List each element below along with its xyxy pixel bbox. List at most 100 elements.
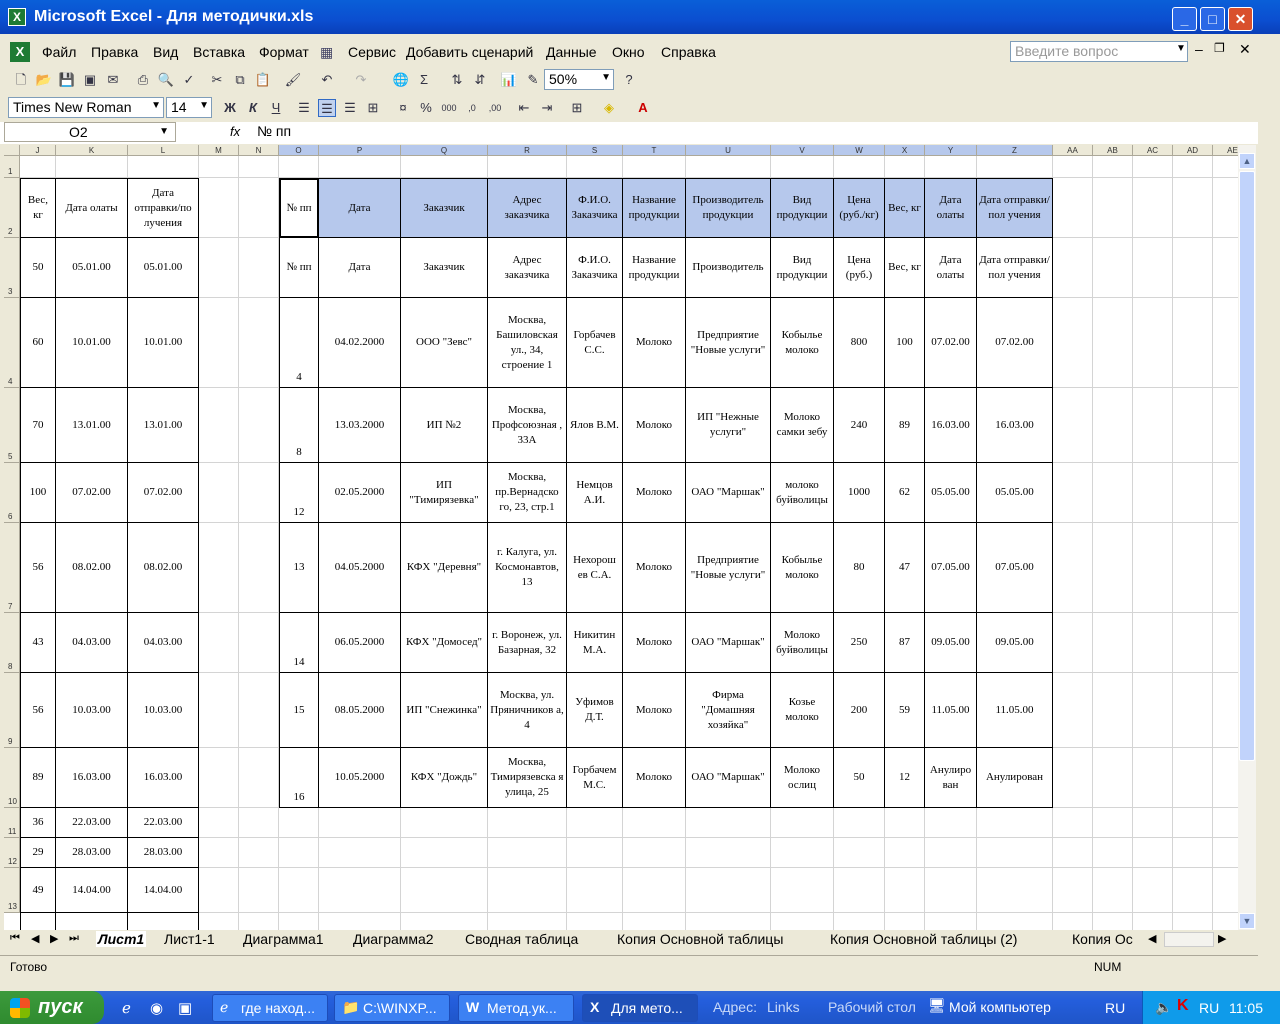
left-table-cell[interactable]: 13.01.00 <box>128 388 199 463</box>
autosum-icon[interactable]: Σ <box>415 71 433 89</box>
ie-quicklaunch-icon[interactable]: ℯ <box>122 999 131 1017</box>
main-table-cell[interactable]: 08.05.2000 <box>319 673 401 748</box>
main-table-cell[interactable]: Предприятие "Новые услуги" <box>686 523 771 613</box>
print-icon[interactable]: ⎙ <box>134 71 152 89</box>
main-table-cell[interactable]: 04.05.2000 <box>319 523 401 613</box>
main-table-cell[interactable]: Москва, пр.Вернадско го, 23, стр.1 <box>488 463 567 523</box>
left-table-cell[interactable]: 50 <box>20 238 56 298</box>
main-table-cell[interactable]: 11.05.00 <box>925 673 977 748</box>
main-table-cell[interactable]: ИП "Снежинка" <box>401 673 488 748</box>
column-header[interactable]: X <box>885 145 925 156</box>
main-table-cell[interactable]: 250 <box>834 613 885 673</box>
vertical-scrollbar[interactable]: ▲ ▼ <box>1238 145 1256 930</box>
minimize-button[interactable]: _ <box>1172 7 1197 31</box>
left-table-cell[interactable] <box>56 913 128 930</box>
main-table-cell[interactable]: 4 <box>279 298 319 388</box>
main-table-cell[interactable]: 05.05.00 <box>925 463 977 523</box>
main-table-cell[interactable]: 800 <box>834 298 885 388</box>
main-table-cell[interactable]: г. Воронеж, ул. Базарная, 32 <box>488 613 567 673</box>
doc-minimize-button[interactable]: – <box>1195 41 1203 57</box>
left-table-cell[interactable]: 60 <box>20 298 56 388</box>
row-header[interactable]: 9 <box>4 673 20 748</box>
row-header[interactable]: 3 <box>4 238 20 298</box>
prev-sheet-icon[interactable]: ◀ <box>31 932 39 945</box>
left-table-cell[interactable]: 29 <box>20 838 56 868</box>
left-table-cell[interactable]: 05.01.00 <box>128 238 199 298</box>
main-table-cell[interactable]: Молоко ослиц <box>771 748 834 808</box>
merge-center-icon[interactable]: ⊞ <box>364 99 382 117</box>
decrease-decimal-icon[interactable]: ,00 <box>486 99 504 117</box>
doc-close-button[interactable]: ✕ <box>1239 41 1251 58</box>
main-table-cell[interactable]: 09.05.00 <box>925 613 977 673</box>
main-table-header[interactable]: Дата <box>319 178 401 238</box>
main-table-cell[interactable]: Молоко <box>623 388 686 463</box>
main-table-subheader[interactable]: Цена (руб.) <box>834 238 885 298</box>
column-header[interactable]: Q <box>401 145 488 156</box>
main-table-cell[interactable]: КФХ "Деревня" <box>401 523 488 613</box>
left-table-cell[interactable]: 22.03.00 <box>56 808 128 838</box>
column-header[interactable]: Z <box>977 145 1053 156</box>
menu-help[interactable]: Справка <box>661 44 716 60</box>
main-table-cell[interactable]: Анулиро ван <box>925 748 977 808</box>
antivirus-icon[interactable]: K <box>1177 997 1189 1015</box>
column-header[interactable]: P <box>319 145 401 156</box>
sheet-tab-diagram1[interactable]: Диаграмма1 <box>243 931 324 947</box>
main-table-cell[interactable]: Нехорош ев С.А. <box>567 523 623 613</box>
chart-wizard-icon[interactable]: 📊 <box>500 71 518 89</box>
menu-format[interactable]: Формат <box>259 44 309 60</box>
menu-window[interactable]: Окно <box>612 44 645 60</box>
desktop-toolbar-label[interactable]: Рабочий стол <box>828 999 916 1015</box>
column-header[interactable]: S <box>567 145 623 156</box>
menu-file[interactable]: Файл <box>42 44 76 60</box>
align-right-icon[interactable]: ☰ <box>341 99 359 117</box>
main-table-cell[interactable]: Немцов А.И. <box>567 463 623 523</box>
main-table-cell[interactable]: 07.05.00 <box>925 523 977 613</box>
column-header[interactable]: J <box>20 145 56 156</box>
main-table-subheader[interactable]: Дата отправки/пол учения <box>977 238 1053 298</box>
drawing-icon[interactable]: ✎ <box>524 71 542 89</box>
main-table-cell[interactable]: 12 <box>279 463 319 523</box>
sheet-tab-list1-1[interactable]: Лист1-1 <box>164 931 215 947</box>
column-header[interactable]: AD <box>1173 145 1213 156</box>
excel-app-icon[interactable]: X <box>8 8 26 26</box>
row-header[interactable]: 12 <box>4 838 20 868</box>
fill-color-icon[interactable]: ◈ <box>600 99 618 117</box>
main-table-cell[interactable]: 47 <box>885 523 925 613</box>
start-button[interactable]: пуск <box>0 991 104 1024</box>
font-color-icon[interactable]: A <box>634 99 652 117</box>
main-table-cell[interactable]: Москва, Тимирязевска я улица, 25 <box>488 748 567 808</box>
main-table-cell[interactable]: Молоко <box>623 298 686 388</box>
menu-data[interactable]: Данные <box>546 44 597 60</box>
left-table-cell[interactable]: 14.04.00 <box>56 868 128 913</box>
main-table-cell[interactable]: Уфимов Д.Т. <box>567 673 623 748</box>
main-table-cell[interactable]: Предприятие "Новые услуги" <box>686 298 771 388</box>
left-table-cell[interactable]: 05.01.00 <box>56 238 128 298</box>
main-table-cell[interactable]: 04.02.2000 <box>319 298 401 388</box>
task-browser[interactable]: ℯ где наход... <box>212 994 328 1022</box>
row-header[interactable]: 2 <box>4 178 20 238</box>
font-select[interactable]: Times New Roman ▼ <box>8 97 164 118</box>
main-table-subheader[interactable]: № пп <box>279 238 319 298</box>
main-table-cell[interactable]: 12 <box>885 748 925 808</box>
main-table-header[interactable]: Адрес заказчика <box>488 178 567 238</box>
main-table-cell[interactable]: 200 <box>834 673 885 748</box>
main-table-subheader[interactable]: Ф.И.О. Заказчика <box>567 238 623 298</box>
select-all-corner[interactable] <box>4 145 20 156</box>
copy-icon[interactable]: ⧉ <box>231 71 249 89</box>
row-header[interactable]: 1 <box>4 156 20 178</box>
scroll-up-icon[interactable]: ▲ <box>1239 153 1255 169</box>
name-box[interactable]: O2 ▼ <box>4 122 176 142</box>
next-sheet-icon[interactable]: ▶ <box>50 932 58 945</box>
cut-icon[interactable]: ✂ <box>208 71 226 89</box>
main-table-cell[interactable]: 09.05.00 <box>977 613 1053 673</box>
main-table-cell[interactable]: 62 <box>885 463 925 523</box>
main-table-cell[interactable]: ОАО "Маршак" <box>686 613 771 673</box>
sheet-tab-copy-partial[interactable]: Копия Ос <box>1072 931 1146 947</box>
main-table-cell[interactable]: Кобылье молоко <box>771 523 834 613</box>
main-table-cell[interactable]: ОАО "Маршак" <box>686 748 771 808</box>
left-table-cell[interactable]: 89 <box>20 748 56 808</box>
column-header[interactable]: K <box>56 145 128 156</box>
left-table-header[interactable]: Вес, кг <box>20 178 56 238</box>
main-table-cell[interactable]: 11.05.00 <box>977 673 1053 748</box>
column-header[interactable]: R <box>488 145 567 156</box>
